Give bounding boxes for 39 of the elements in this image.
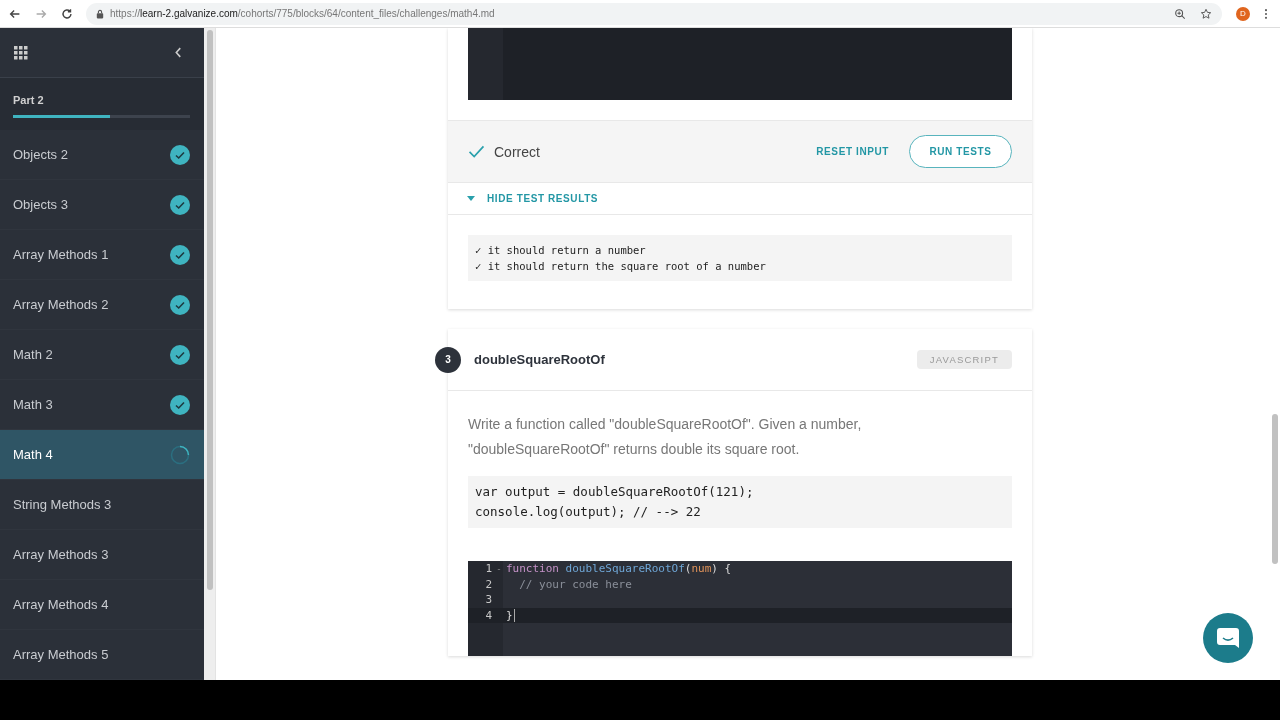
lesson-item[interactable]: Array Methods 1 [0, 230, 204, 280]
lesson-item[interactable]: Math 4 [0, 430, 204, 480]
code-line: // your code here [518, 577, 632, 591]
challenge-number: 3 [435, 346, 461, 373]
reload-icon[interactable] [60, 6, 74, 21]
apps-grid-icon[interactable] [14, 45, 28, 60]
lesson-item[interactable]: Array Methods 2 [0, 280, 204, 330]
address-bar[interactable]: https://learn-2.galvanize.com/cohorts/775/blocks/64/content_files/challenges/math4.md [86, 2, 1222, 25]
section-title: Part 2 [13, 94, 45, 106]
code-example: var output = doubleSquareRootOf(121); console.log(output); // --> 22 [468, 476, 1012, 528]
line-number: 2 [484, 577, 492, 591]
challenge-description: Write a function called "doubleSquareRootOf". Given a number, "doubleSquareRootOf" returns double its square root. [468, 415, 863, 459]
caret-icon [467, 196, 475, 201]
test-result-line: ✓ it should return the square root of a number [475, 259, 767, 274]
check-icon [468, 145, 485, 158]
challenge-title: doubleSquareRootOf [474, 352, 605, 367]
line-number: 3 [484, 593, 492, 607]
lesson-item[interactable]: Math 2 [0, 330, 204, 380]
line-number: 1 [484, 562, 492, 576]
menu-icon[interactable] [1264, 7, 1268, 20]
collapse-icon[interactable] [175, 47, 182, 58]
chat-icon [1216, 627, 1240, 649]
lock-icon [96, 8, 104, 19]
line-number: 4 [484, 608, 492, 622]
scrollbar[interactable] [206, 30, 213, 590]
fold-marker[interactable]: - [496, 563, 502, 574]
lesson-item[interactable]: Objects 3 [0, 180, 204, 230]
test-result-line: ✓ it should return a number [475, 243, 647, 258]
scrollbar[interactable] [1272, 414, 1278, 564]
zoom-icon[interactable] [1174, 7, 1186, 20]
chat-button[interactable] [1203, 613, 1253, 663]
code-editor[interactable]: 1 - function doubleSquareRootOf(num) { 2 // your code here 3 4 } [468, 561, 1012, 656]
run-tests-button[interactable]: RUN TESTS [909, 135, 1012, 168]
star-icon[interactable] [1200, 7, 1212, 20]
result-status: Correct [468, 143, 540, 160]
code-line: } [506, 608, 513, 622]
lesson-item[interactable]: Objects 2 [0, 130, 204, 180]
language-badge: JAVASCRIPT [916, 350, 1012, 369]
code-line: function doubleSquareRootOf(num) { [506, 562, 732, 576]
